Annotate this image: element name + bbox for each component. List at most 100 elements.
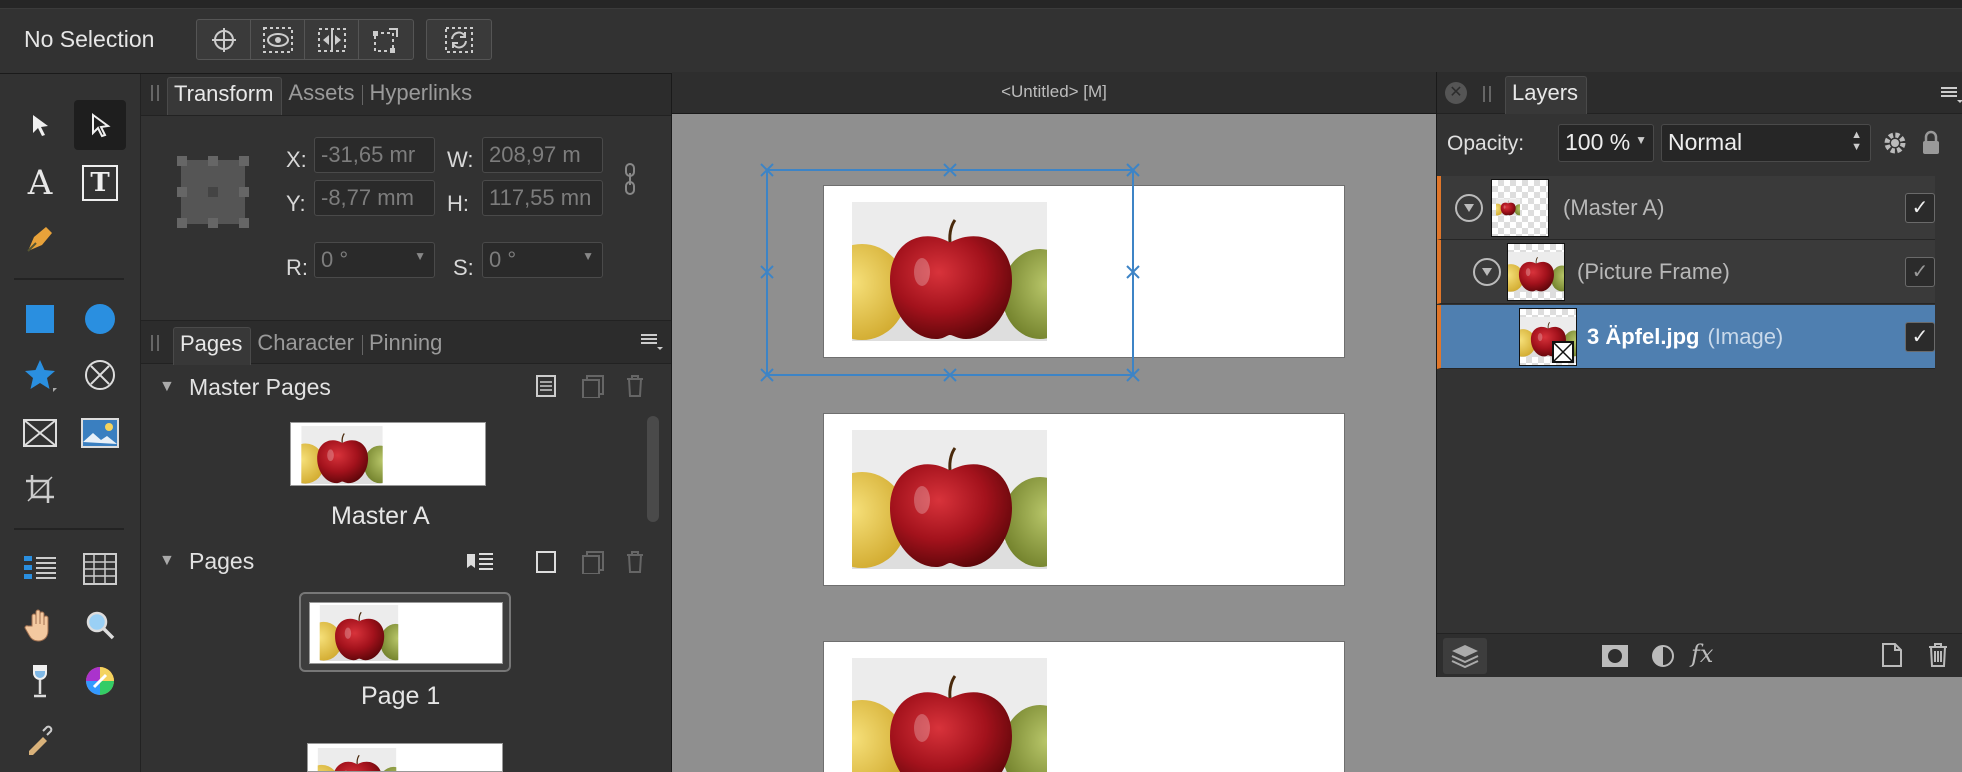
collapse-triangle-icon[interactable]: ▼ [159,552,175,570]
h-field[interactable]: 117,55 mn [482,180,603,216]
zoom-tool-icon[interactable] [74,600,126,650]
delete-page-icon[interactable] [625,550,645,579]
layer-thumbnail [1519,307,1577,366]
color-picker-wheel-icon[interactable] [74,656,126,706]
trash-icon[interactable] [1927,642,1949,673]
master-pages-header: Master Pages [189,374,331,400]
place-image-icon[interactable] [74,408,126,458]
tab-assets[interactable]: Assets [282,77,362,115]
fill-tool-icon[interactable] [14,656,66,706]
apply-master-icon[interactable] [465,550,495,577]
panel-grip[interactable] [151,85,159,101]
panel-grip[interactable] [1483,86,1491,102]
adjustment-icon[interactable] [1651,644,1675,673]
transform-origin-icon[interactable] [359,20,413,59]
w-field[interactable]: 208,97 m [482,137,603,173]
layers-stack-icon[interactable] [1443,638,1487,674]
document-tab[interactable]: <Untitled> [M] [672,72,1436,114]
table-tool-icon[interactable] [74,544,126,594]
link-proportions-icon[interactable] [623,162,637,201]
picture-frame-rectangle-icon[interactable] [14,408,66,458]
lock-icon[interactable] [1921,130,1941,161]
tab-transform[interactable]: Transform [167,77,283,115]
master-a-label: Master A [331,502,430,530]
page-1-thumbnail-selected[interactable] [299,592,511,672]
eye-icon[interactable] [251,20,305,59]
canvas-extension [1436,677,1962,772]
selection-bounding-box[interactable] [672,114,1438,772]
frame-text-tool-icon[interactable]: T [74,158,126,208]
move-tool-icon[interactable] [14,100,66,150]
blend-mode-select[interactable]: Normal ▲ ▼ [1661,124,1871,162]
document-canvas[interactable] [672,114,1438,772]
layer-row-image-selected[interactable]: 3 Äpfel.jpg (Image) ✓ [1437,305,1935,369]
rotate-icon[interactable] [427,20,491,59]
master-a-thumbnail[interactable] [290,422,486,486]
tab-layers[interactable]: Layers [1505,76,1588,114]
opacity-value: 100 % [1565,129,1631,155]
gear-icon[interactable] [1882,130,1908,161]
flip-horizontal-icon[interactable] [305,20,359,59]
collapse-triangle-icon[interactable]: ▼ [159,378,175,396]
text-frame-tool-icon[interactable] [14,544,66,594]
snapping-group [196,19,414,60]
close-icon[interactable]: ✕ [1445,82,1467,104]
layer-row-picture-frame[interactable]: (Picture Frame) ✓ [1437,240,1935,304]
ellipse-tool-icon[interactable] [74,294,126,344]
layer-name: 3 Äpfel.jpg [1587,323,1700,349]
selection-status: No Selection [24,26,155,52]
h-label: H: [447,191,469,216]
tools-panel: A T [0,74,140,772]
pages-header: Pages [189,548,255,574]
mask-icon[interactable] [1601,644,1629,673]
tool-separator [14,528,124,530]
fx-icon[interactable]: fx [1691,640,1713,668]
rotation-field[interactable]: 0 ° ▼ [314,242,435,278]
r-label: R: [286,255,308,280]
page-layout-icon[interactable] [535,374,557,403]
panel-menu-icon[interactable] [1939,84,1962,109]
node-tool-icon[interactable] [74,100,126,150]
chevron-down-icon: ▼ [414,249,426,263]
chevron-down-icon: ▼ [582,249,594,263]
crosshair-icon[interactable] [197,20,251,59]
star-tool-icon[interactable] [14,350,66,400]
add-page-icon[interactable] [535,550,557,579]
rectangle-tool-icon[interactable] [14,294,66,344]
crop-tool-icon[interactable] [14,464,66,514]
anchor-point-selector[interactable] [177,156,249,228]
layers-panel: ✕ Layers Opacity: 100 % ▼ Normal ▲ ▼ (Mas… [1436,72,1962,677]
chevron-down-icon: ▼ [1635,133,1647,147]
visibility-checkbox[interactable]: ✓ [1905,321,1935,352]
expand-icon[interactable] [1473,257,1501,286]
y-field[interactable]: -8,77 mm [314,180,435,216]
tab-pinning[interactable]: Pinning [363,327,450,365]
delete-master-icon[interactable] [625,374,645,403]
tab-hyperlinks[interactable]: Hyperlinks [363,77,480,115]
pages-scrollbar[interactable] [647,416,659,522]
visibility-checkbox[interactable]: ✓ [1905,256,1935,287]
visibility-checkbox[interactable]: ✓ [1905,192,1935,223]
pen-tool-icon[interactable] [14,214,66,264]
picture-frame-ellipse-icon[interactable] [74,350,126,400]
opacity-field[interactable]: 100 % ▼ [1558,124,1654,162]
rotation-value: 0 ° [321,247,349,272]
hand-tool-icon[interactable] [14,600,66,650]
layer-name: (Picture Frame) [1577,258,1730,284]
x-field[interactable]: -31,65 mr [314,137,435,173]
tab-pages[interactable]: Pages [173,327,252,365]
layer-row-master-a[interactable]: (Master A) ✓ [1437,176,1935,240]
panel-menu-icon[interactable] [639,331,663,356]
tool-separator [14,278,124,280]
page-2-thumbnail[interactable] [307,743,503,772]
duplicate-page-icon[interactable] [581,550,605,579]
eyedropper-icon[interactable] [14,714,66,764]
expand-icon[interactable] [1455,193,1483,222]
add-layer-icon[interactable] [1881,642,1903,673]
panel-grip[interactable] [151,335,159,351]
duplicate-master-icon[interactable] [581,374,605,403]
artistic-text-tool-icon[interactable]: A [14,158,66,208]
shear-field[interactable]: 0 ° ▼ [482,242,603,278]
y-label: Y: [286,191,306,216]
tab-character[interactable]: Character [251,327,362,365]
